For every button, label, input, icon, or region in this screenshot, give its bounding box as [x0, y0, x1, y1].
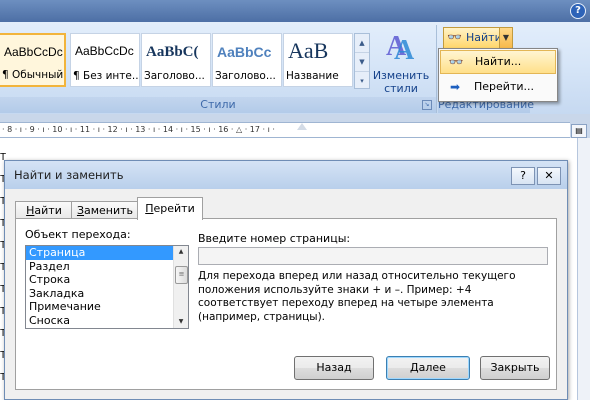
- find-split-button[interactable]: 👓 Найти ▼: [443, 27, 513, 49]
- style-tile-heading-2[interactable]: AaBbCc Заголово...: [212, 33, 282, 87]
- tab-accesskey: З: [76, 204, 84, 217]
- tab-label: аменить: [84, 204, 134, 217]
- style-sample: AaBbCcDc: [4, 45, 63, 59]
- dialog-title: Найти и заменить: [14, 168, 124, 182]
- page-number-label: Введите номер страницы:: [198, 232, 351, 245]
- gallery-down-arrow-icon[interactable]: ▼: [355, 53, 369, 72]
- tab-goto[interactable]: Перейти: [137, 197, 203, 220]
- list-item[interactable]: Примечание: [26, 300, 188, 314]
- style-tile-no-spacing[interactable]: AaBbCcDc ¶ Без инте...: [70, 33, 140, 87]
- dialog-tabs: Найти Заменить Перейти: [15, 197, 555, 220]
- dialog-launcher-icon[interactable]: ↘: [422, 100, 432, 110]
- style-sample: AaBbCc: [217, 44, 272, 60]
- close-button[interactable]: Закрыть: [480, 356, 550, 380]
- change-styles-button[interactable]: A A Изменить стили: [372, 29, 430, 99]
- style-sample: AaBbCcDc: [75, 44, 134, 58]
- list-item[interactable]: Закладка: [26, 287, 188, 301]
- styles-group-title: Стили: [200, 98, 236, 111]
- scroll-up-arrow-icon[interactable]: ▲: [174, 246, 188, 258]
- help-icon[interactable]: ?: [570, 3, 586, 19]
- gallery-up-arrow-icon[interactable]: ▲: [355, 34, 369, 53]
- list-item[interactable]: Сноска: [26, 314, 188, 328]
- horizontal-ruler[interactable]: · 8 · ı · 9 · ı · 10 · ı · 11 · ı · 12 ·…: [0, 122, 570, 138]
- goto-what-listbox[interactable]: Страница Раздел Строка Закладка Примечан…: [25, 245, 189, 329]
- gallery-more-icon[interactable]: ▾: [355, 72, 369, 90]
- button-label: Далее: [410, 361, 446, 374]
- next-button[interactable]: Далее: [386, 356, 470, 380]
- menu-item-label: Найти...: [475, 55, 522, 68]
- style-tile-normal[interactable]: AaBbCcDc ¶ Обычный: [0, 33, 66, 87]
- list-item[interactable]: Строка: [26, 273, 188, 287]
- styles-group-label: Стили ↘: [0, 97, 436, 113]
- list-item[interactable]: Раздел: [26, 260, 188, 274]
- listbox-scrollbar[interactable]: ▲ ≡ ▼: [173, 246, 188, 328]
- binoculars-icon: 👓: [447, 30, 462, 44]
- close-icon[interactable]: ✕: [537, 167, 561, 185]
- styles-group: AaBbCcDc ¶ Обычный AaBbCcDc ¶ Без инте..…: [0, 25, 437, 113]
- tab-label: айти: [34, 204, 62, 217]
- menu-item-label: Перейти...: [474, 80, 534, 93]
- style-name: ¶ Без инте...: [73, 70, 139, 82]
- binoculars-icon: 👓: [448, 55, 464, 69]
- tab-label: ерейти: [153, 202, 195, 215]
- previous-button[interactable]: Назад: [294, 356, 374, 380]
- style-sample: AaB: [288, 38, 329, 63]
- list-item[interactable]: Страница: [26, 246, 188, 260]
- style-name: ¶ Обычный: [2, 69, 64, 81]
- scroll-thumb[interactable]: ≡: [175, 266, 188, 284]
- style-name: Заголово...: [144, 70, 205, 82]
- scroll-down-arrow-icon[interactable]: ▼: [174, 316, 188, 328]
- change-styles-label: Изменить стили: [372, 69, 430, 95]
- chevron-down-icon[interactable]: ▼: [499, 28, 512, 48]
- dialog-titlebar[interactable]: Найти и заменить ? ✕: [5, 161, 567, 189]
- menu-item-goto[interactable]: ➡ Перейти...: [440, 75, 556, 99]
- styles-gallery-scroller: ▲ ▼ ▾: [354, 33, 370, 89]
- view-ruler-icon[interactable]: ▤: [571, 124, 587, 138]
- ribbon-tab-strip: ?: [0, 0, 590, 22]
- button-label: Назад: [316, 361, 352, 374]
- style-name: Название: [286, 70, 339, 82]
- find-button-label: Найти: [466, 31, 502, 44]
- help-button[interactable]: ?: [511, 167, 535, 185]
- change-styles-icon: A A: [386, 31, 415, 66]
- goto-tab-panel: Объект перехода: Страница Раздел Строка …: [15, 218, 557, 390]
- button-label: Закрыть: [490, 361, 540, 374]
- style-sample: AaBbC(: [146, 44, 199, 60]
- goto-what-label: Объект перехода:: [25, 228, 131, 241]
- document-scrollbar[interactable]: [577, 138, 590, 400]
- page-number-input[interactable]: [198, 247, 548, 265]
- style-tile-heading-1[interactable]: AaBbC( Заголово...: [141, 33, 211, 87]
- tab-accesskey: П: [145, 202, 154, 215]
- goto-hint-text: Для перехода вперед или назад относитель…: [198, 270, 516, 323]
- style-tile-title[interactable]: AaB Название: [283, 33, 353, 87]
- find-dropdown-menu: 👓 Найти... ➡ Перейти...: [438, 48, 558, 102]
- menu-item-find[interactable]: 👓 Найти...: [440, 50, 556, 74]
- arrow-right-icon: ➡: [449, 80, 461, 94]
- indent-marker-icon[interactable]: [297, 123, 307, 130]
- find-replace-dialog: Найти и заменить ? ✕ Найти Заменить Пере…: [4, 160, 568, 400]
- style-name: Заголово...: [215, 70, 276, 82]
